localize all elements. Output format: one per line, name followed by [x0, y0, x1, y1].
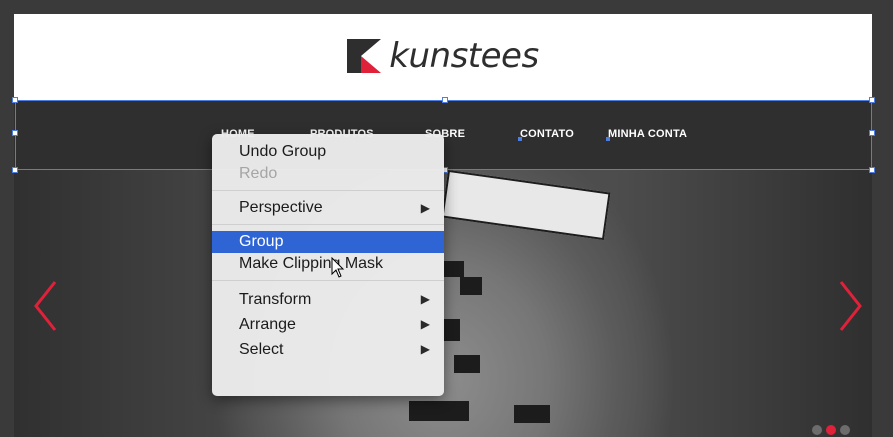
- logo[interactable]: kunstees: [347, 35, 539, 76]
- shirt-pixel: [514, 405, 550, 423]
- menu-item-label: Redo: [239, 165, 278, 182]
- prev-slide-button[interactable]: [28, 279, 62, 333]
- shirt-pixel: [444, 261, 464, 277]
- menu-item-label: Select: [239, 341, 284, 358]
- menu-item-label: Undo Group: [239, 143, 327, 160]
- menu-separator: [212, 280, 444, 281]
- next-slide-button[interactable]: [834, 279, 868, 333]
- menu-item-label: Perspective: [239, 199, 323, 216]
- menu-item-label: Transform: [239, 291, 312, 308]
- menu-item-make-clipping-mask[interactable]: Make Clipping Mask: [212, 253, 444, 275]
- slider-dot-active[interactable]: [826, 425, 836, 435]
- context-menu: Undo Group Redo Perspective ▶ Group Make…: [212, 134, 444, 396]
- triangle-right-icon: ▶: [420, 201, 430, 215]
- nav-minha-conta[interactable]: MINHA CONTA: [608, 128, 687, 140]
- mouse-pointer-icon: [331, 257, 345, 278]
- menu-separator: [212, 190, 444, 191]
- triangle-right-icon: ▶: [420, 342, 430, 356]
- shirt-pixel: [442, 319, 460, 341]
- menu-item-perspective[interactable]: Perspective ▶: [212, 197, 444, 219]
- menu-separator: [212, 224, 444, 225]
- menu-item-redo: Redo: [212, 163, 444, 185]
- kunstees-logo-icon: [347, 38, 382, 73]
- chevron-left-icon: [34, 281, 57, 331]
- shirt-print-graphic: [441, 169, 611, 241]
- triangle-right-icon: ▶: [420, 292, 430, 306]
- slider-dot[interactable]: [812, 425, 822, 435]
- slider-dot[interactable]: [840, 425, 850, 435]
- triangle-right-icon: ▶: [420, 317, 430, 331]
- menu-item-select[interactable]: Select ▶: [212, 337, 444, 362]
- menu-item-arrange[interactable]: Arrange ▶: [212, 312, 444, 337]
- menu-item-label: Arrange: [239, 316, 296, 333]
- brand-name: kunstees: [389, 35, 539, 76]
- site-header: kunstees: [14, 14, 872, 102]
- menu-item-transform[interactable]: Transform ▶: [212, 287, 444, 312]
- shirt-pixel: [409, 401, 469, 421]
- slider-dots: [812, 425, 850, 435]
- shirt-pixel: [454, 355, 480, 373]
- nav-contato[interactable]: CONTATO: [520, 128, 574, 140]
- menu-item-label: Group: [239, 233, 284, 250]
- chevron-right-icon: [839, 281, 862, 331]
- menu-item-undo-group[interactable]: Undo Group: [212, 141, 444, 163]
- menu-item-group[interactable]: Group: [212, 231, 444, 253]
- menu-item-label: Make Clipping Mask: [239, 255, 384, 272]
- shirt-pixel: [460, 277, 482, 295]
